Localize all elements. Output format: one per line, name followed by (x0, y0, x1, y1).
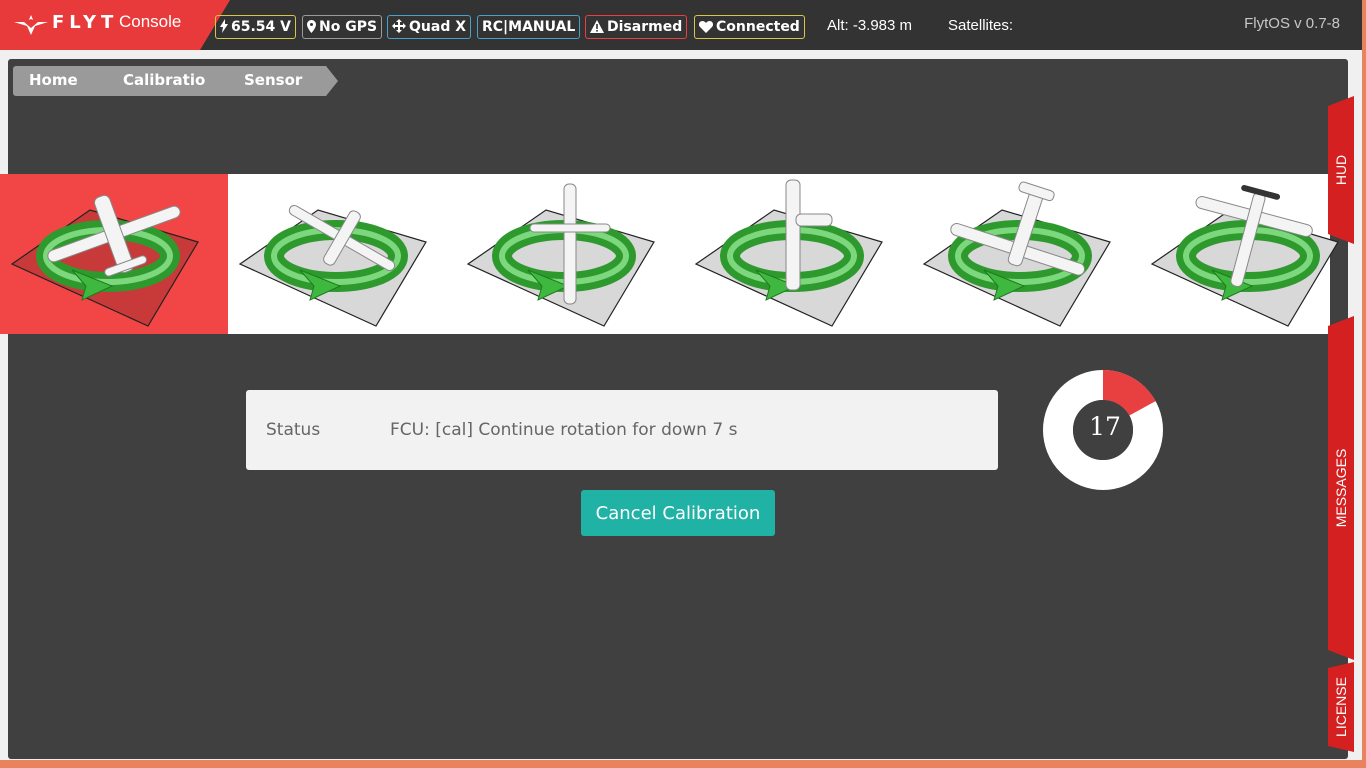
progress-value: 17 (1089, 412, 1121, 441)
messages-tab-label: MESSAGES (1333, 448, 1349, 528)
cancel-calibration-button[interactable]: Cancel Calibration (581, 490, 775, 536)
plane-orientation-icon (694, 179, 883, 327)
calibration-progress-ring: 17 (1043, 370, 1163, 490)
hud-tab-label: HUD (1333, 154, 1349, 186)
calibration-step-level (0, 174, 228, 334)
mode-badge: RC|MANUAL (477, 15, 581, 39)
bottom-accent-line (0, 760, 1366, 768)
satellites-readout: Satellites: (948, 17, 1014, 34)
frame-badge: Quad X (387, 15, 472, 39)
voltage-value: 65.54 V (231, 19, 291, 35)
right-accent-line (1362, 0, 1366, 768)
breadcrumb-label: Home (29, 71, 78, 89)
breadcrumb-calibration[interactable]: Calibratio (97, 66, 221, 96)
arm-value: Disarmed (607, 19, 683, 35)
calibration-step-left-side (684, 174, 912, 334)
breadcrumb-label: Sensor (244, 71, 303, 89)
calibration-orientation-strip (0, 174, 1339, 334)
hud-tab[interactable]: HUD (1328, 96, 1354, 244)
brand-suffix: Console (119, 12, 182, 31)
version-label: FlytOS v 0.7-8 (1244, 15, 1340, 32)
move-arrows-icon (392, 19, 406, 33)
gps-badge: No GPS (302, 15, 383, 39)
breadcrumb-sensor[interactable]: Sensor (206, 66, 338, 96)
gps-value: No GPS (319, 19, 378, 35)
calibration-step-nose-down (456, 174, 684, 334)
flyt-logo-icon (14, 15, 48, 35)
status-label: Status (266, 420, 321, 440)
plane-orientation-icon (238, 205, 427, 327)
license-tab[interactable]: LICENSE (1328, 662, 1354, 752)
heart-icon (698, 21, 714, 33)
connection-badge: Connected (694, 15, 805, 39)
mode-value: RC|MANUAL (482, 19, 576, 35)
plane-orientation-icon (922, 181, 1111, 327)
connection-value: Connected (716, 19, 800, 35)
voltage-badge: 65.54 V (215, 15, 296, 39)
map-pin-icon (307, 20, 316, 33)
lightning-icon (220, 19, 228, 33)
calibration-step-nose-up (228, 174, 456, 334)
breadcrumb-home[interactable]: Home (13, 66, 113, 96)
license-tab-label: LICENSE (1333, 677, 1349, 737)
arm-status-badge: Disarmed (585, 15, 688, 39)
calibration-step-right-side (912, 174, 1140, 334)
brand-name: FLYT (52, 12, 119, 33)
messages-tab[interactable]: MESSAGES (1328, 316, 1354, 660)
plane-orientation-icon (10, 194, 199, 327)
top-bar: FLYT Console 65.54 V No GPS Quad X RC|MA… (0, 0, 1366, 50)
breadcrumb-label: Calibratio (123, 71, 206, 89)
status-box: Status FCU: [cal] Continue rotation for … (246, 390, 998, 470)
logo[interactable]: FLYT Console (0, 0, 230, 50)
altitude-readout: Alt: -3.983 m (827, 17, 913, 34)
status-message: FCU: [cal] Continue rotation for down 7 … (390, 420, 738, 440)
plane-orientation-icon (466, 183, 655, 327)
warning-icon (590, 20, 604, 33)
frame-value: Quad X (409, 19, 467, 35)
